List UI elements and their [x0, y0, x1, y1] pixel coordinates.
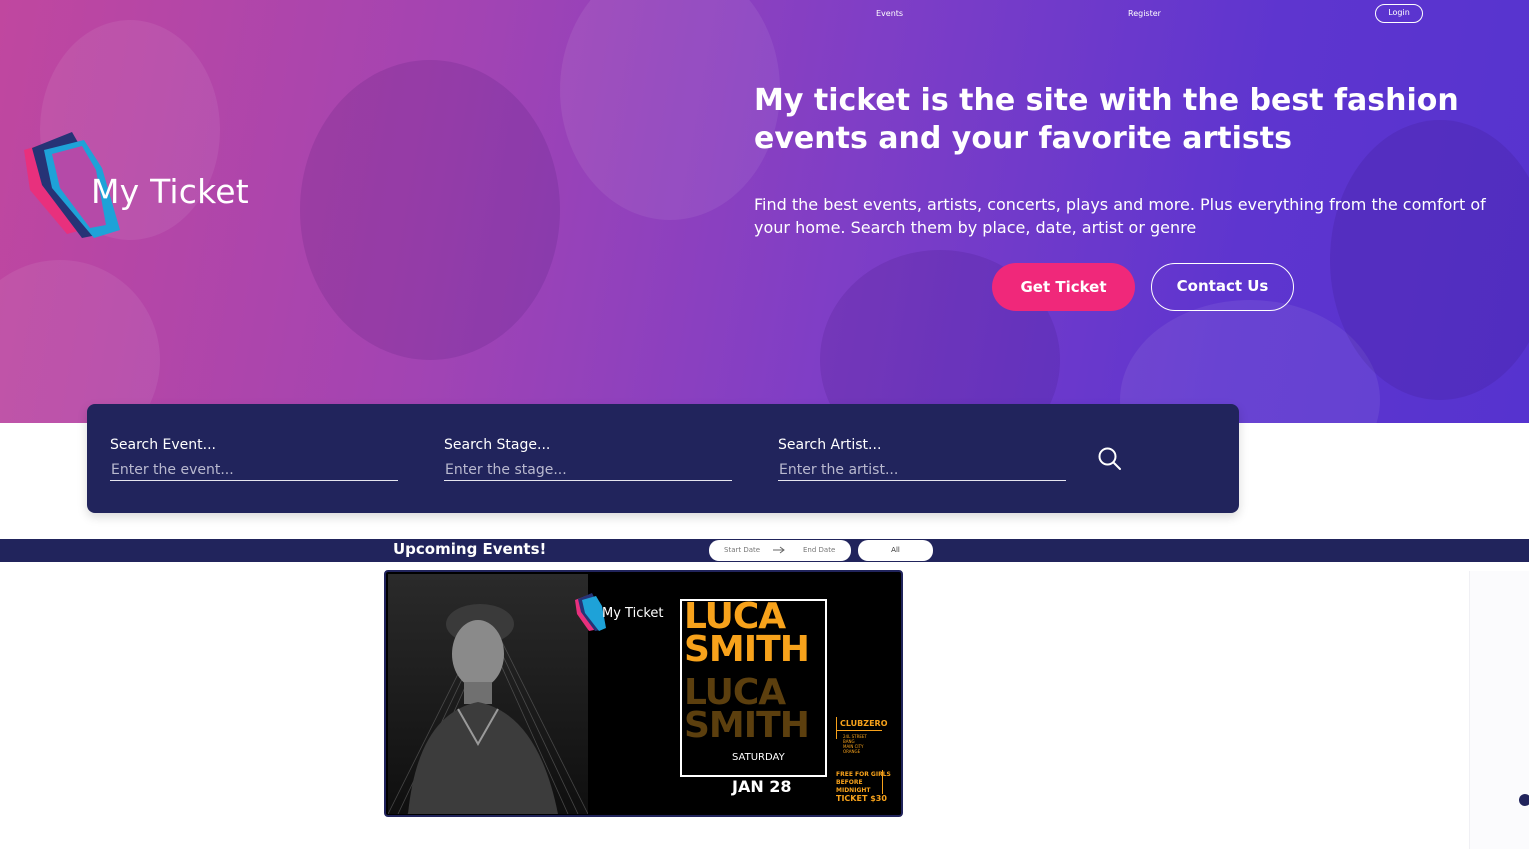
search-artist-input[interactable]	[778, 459, 1066, 481]
arrow-right-icon	[773, 546, 785, 554]
divider	[836, 730, 882, 731]
side-panel	[1469, 571, 1529, 849]
category-filter-select[interactable]: All	[858, 540, 933, 561]
start-date-input[interactable]: Start Date	[724, 546, 760, 554]
chat-launcher-icon[interactable]	[1519, 794, 1529, 806]
hero-subtitle: Find the best events, artists, concerts,…	[754, 195, 1486, 237]
artist-photo	[388, 574, 588, 814]
top-nav: Events Register Login	[0, 0, 1529, 30]
search-button[interactable]	[1097, 446, 1123, 472]
search-event-field: Search Event...	[110, 437, 398, 481]
hero-banner: Events Register Login My Ticket My ticke…	[0, 0, 1529, 423]
search-artist-label: Search Artist...	[778, 437, 882, 453]
artist-name: LUCA SMITH	[684, 599, 810, 670]
artist-last-name: SMITH	[684, 629, 810, 670]
divider	[836, 717, 837, 739]
get-ticket-button[interactable]: Get Ticket	[992, 263, 1135, 311]
page: Events Register Login My Ticket My ticke…	[0, 0, 1529, 849]
hero-bg-shape	[300, 60, 560, 360]
brand-name: My Ticket	[91, 172, 249, 211]
promo-line: BEFORE	[836, 779, 863, 786]
nav-events-link[interactable]: Events	[876, 9, 903, 18]
card-brand-name: My Ticket	[602, 606, 664, 621]
hero-bg-shape	[560, 0, 780, 220]
search-stage-input[interactable]	[444, 459, 732, 481]
date-range-picker[interactable]: Start Date End Date	[709, 540, 851, 561]
hero-bg-shape	[0, 260, 160, 423]
nav-register-link[interactable]: Register	[1128, 9, 1161, 18]
end-date-input[interactable]: End Date	[803, 546, 835, 554]
venue-name: CLUBZERO	[840, 719, 888, 728]
ticket-price: TICKET $30	[836, 794, 887, 803]
artist-name-shadow: LUCA SMITH	[684, 675, 810, 746]
upcoming-events-title: Upcoming Events!	[393, 540, 547, 558]
search-event-label: Search Event...	[110, 437, 217, 453]
brand-logo[interactable]: My Ticket	[22, 130, 252, 240]
artist-last-name-shadow: SMITH	[684, 705, 810, 746]
search-artist-field: Search Artist...	[778, 437, 1066, 481]
hero-title: My ticket is the site with the best fash…	[754, 83, 1459, 156]
search-panel: Search Event... Search Stage... Search A…	[87, 404, 1239, 513]
event-day: SATURDAY	[732, 752, 785, 763]
search-icon	[1098, 447, 1121, 470]
promo-line: FREE FOR GIRLS	[836, 771, 891, 778]
event-promo: FREE FOR GIRLS BEFORE MIDNIGHT	[836, 771, 891, 795]
address-line: ORANGE	[843, 749, 861, 754]
upcoming-events-bar: Upcoming Events! Start Date End Date All	[0, 539, 1529, 562]
event-date: JAN 28	[732, 777, 792, 796]
artist-portrait-image	[388, 604, 588, 814]
event-card[interactable]: My Ticket LUCA SMITH LUCA SMITH SATURDAY…	[384, 570, 903, 817]
search-stage-field: Search Stage...	[444, 437, 732, 481]
contact-us-button[interactable]: Contact Us	[1151, 263, 1294, 311]
search-event-input[interactable]	[110, 459, 398, 481]
login-button[interactable]: Login	[1375, 4, 1423, 23]
venue-address: 24L STREET BANG MAIN CITY ORANGE	[843, 734, 867, 754]
search-stage-label: Search Stage...	[444, 437, 551, 453]
